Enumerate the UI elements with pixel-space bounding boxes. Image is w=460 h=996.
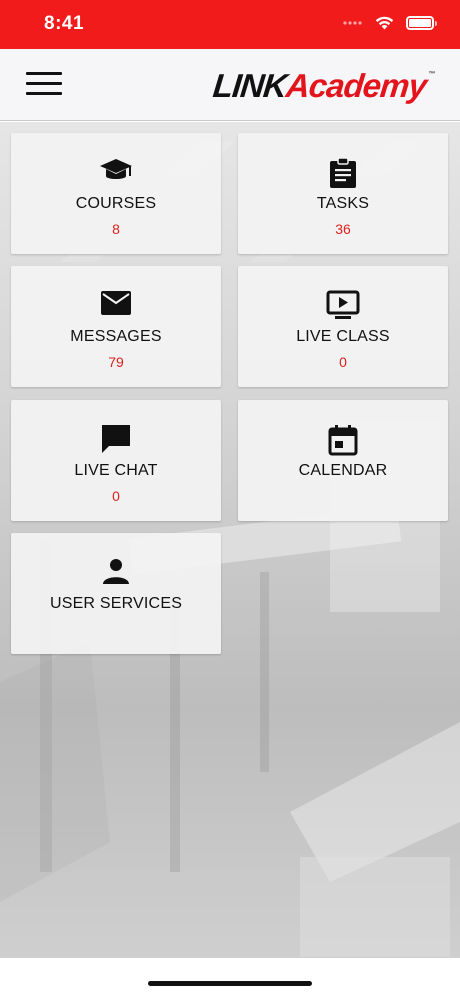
- logo-trademark: ™: [428, 71, 436, 78]
- clipboard-icon: [330, 157, 356, 188]
- graduation-cap-icon: [100, 159, 132, 179]
- tile-tasks[interactable]: TASKS 36: [238, 133, 448, 254]
- calendar-icon: [328, 425, 358, 456]
- status-bar: 8:41: [0, 0, 460, 49]
- tile-live-chat[interactable]: LIVE CHAT 0: [11, 400, 221, 521]
- hamburger-menu-icon[interactable]: [26, 72, 62, 98]
- tile-label: LIVE CHAT: [74, 462, 158, 479]
- logo-link-text: LINK: [211, 67, 289, 104]
- person-icon: [103, 559, 129, 584]
- status-time: 8:41: [44, 13, 85, 34]
- link-academy-logo: LINK Academy ™: [211, 67, 436, 109]
- tile-label: LIVE CLASS: [296, 328, 390, 345]
- home-indicator[interactable]: [148, 981, 312, 986]
- tile-count: 36: [335, 221, 351, 237]
- tile-messages[interactable]: MESSAGES 79: [11, 266, 221, 387]
- battery-icon: [406, 16, 437, 30]
- signal-dots-icon: [343, 21, 362, 25]
- tile-count: 8: [112, 221, 120, 237]
- envelope-icon: [101, 291, 131, 315]
- tile-label: COURSES: [75, 195, 157, 212]
- tile-label: MESSAGES: [70, 328, 162, 345]
- wifi-icon: [375, 16, 394, 30]
- tile-count: 0: [112, 488, 120, 504]
- tile-label: USER SERVICES: [49, 595, 183, 612]
- app-header: LINK Academy ™: [0, 49, 460, 121]
- tile-user-services[interactable]: USER SERVICES: [11, 533, 221, 654]
- play-screen-icon: [326, 290, 360, 319]
- chat-bubble-icon: [102, 425, 130, 453]
- tile-label: CALENDAR: [298, 462, 388, 479]
- tile-live-class[interactable]: LIVE CLASS 0: [238, 266, 448, 387]
- tile-calendar[interactable]: CALENDAR: [238, 400, 448, 521]
- tile-count: 79: [108, 354, 124, 370]
- logo-academy-text: Academy: [284, 67, 429, 104]
- status-icons: [343, 16, 437, 30]
- dashboard-main: COURSES 8 TASKS 36 MESSAGES 79 LIVE CLAS…: [0, 122, 460, 958]
- bottom-safe-area: [0, 958, 460, 996]
- tile-count: 0: [339, 354, 347, 370]
- tile-courses[interactable]: COURSES 8: [11, 133, 221, 254]
- tile-label: TASKS: [316, 195, 370, 212]
